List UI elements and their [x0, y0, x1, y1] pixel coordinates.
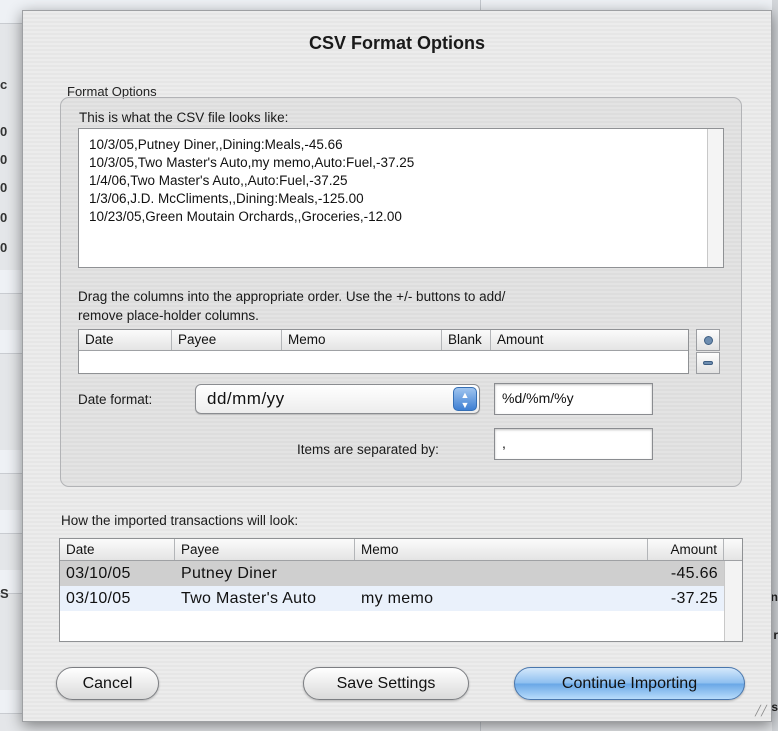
updown-arrows-icon: ▲ ▼: [453, 387, 477, 411]
resize-grip-icon[interactable]: ╱╱: [755, 706, 767, 717]
imported-table-scrollbar[interactable]: [724, 561, 742, 641]
column-header-payee[interactable]: Payee: [172, 330, 282, 350]
column-header-amount[interactable]: Amount: [491, 330, 688, 350]
continue-importing-button[interactable]: Continue Importing: [514, 667, 745, 700]
preview-line: 1/3/06,J.D. McCliments,,Dining:Meals,-12…: [89, 191, 364, 206]
row-amount: -45.66: [670, 565, 718, 582]
background-letter: S: [0, 586, 9, 601]
cancel-button[interactable]: Cancel: [56, 667, 159, 700]
background-digit: 0: [0, 180, 8, 195]
preview-line: 10/3/05,Putney Diner,,Dining:Meals,-45.6…: [89, 137, 343, 152]
background-digit: 0: [0, 240, 8, 255]
row-memo: [355, 561, 648, 586]
column-header-date[interactable]: Date: [79, 330, 172, 350]
date-format-popup[interactable]: dd/mm/yy ▲ ▼: [195, 384, 480, 414]
column-order-table[interactable]: Date Payee Memo Blank Amount: [78, 329, 689, 374]
preview-line: 10/23/05,Green Moutain Orchards,,Groceri…: [89, 209, 402, 224]
row-payee: Putney Diner: [181, 565, 278, 582]
background-letter: c: [0, 77, 8, 92]
imported-header-payee[interactable]: Payee: [175, 539, 355, 560]
drag-instruction-line-1: Drag the columns into the appropriate or…: [78, 289, 506, 304]
csv-format-options-dialog: CSV Format Options Format Options This i…: [22, 10, 772, 722]
column-order-header: Date Payee Memo Blank Amount: [79, 330, 688, 351]
plus-circle-icon: [703, 335, 713, 345]
drag-instruction-line-2: remove place-holder columns.: [78, 308, 259, 323]
imported-header-amount[interactable]: Amount: [648, 539, 724, 560]
row-amount: -37.25: [670, 590, 718, 607]
save-settings-button[interactable]: Save Settings: [303, 667, 469, 700]
imported-table-header: Date Payee Memo Amount: [60, 539, 742, 561]
add-column-button[interactable]: [696, 329, 720, 351]
table-row[interactable]: 03/10/05 Putney Diner -45.66: [60, 561, 742, 586]
background-scrollbar: [772, 0, 778, 731]
column-header-blank[interactable]: Blank: [442, 330, 491, 350]
date-format-value: dd/mm/yy: [207, 389, 285, 408]
remove-column-button[interactable]: [696, 352, 720, 374]
date-format-code-field[interactable]: %d/%m/%y: [494, 383, 653, 415]
row-payee: Two Master's Auto: [181, 590, 317, 607]
row-date: 03/10/05: [66, 565, 131, 582]
separator-field[interactable]: ,: [494, 428, 653, 460]
background-digit: 0: [0, 152, 8, 167]
imported-transactions-table[interactable]: Date Payee Memo Amount 03/10/05 Putney D…: [59, 538, 743, 642]
minus-icon: [703, 361, 713, 365]
imported-header-date[interactable]: Date: [60, 539, 175, 560]
background-letter: s: [771, 700, 778, 714]
background-letter: r: [773, 628, 778, 642]
preview-scrollbar[interactable]: [707, 129, 723, 267]
preview-line: 1/4/06,Two Master's Auto,,Auto:Fuel,-37.…: [89, 173, 348, 188]
table-row[interactable]: 03/10/05 Two Master's Auto my memo -37.2…: [60, 586, 742, 611]
imported-header-memo[interactable]: Memo: [355, 539, 648, 560]
imported-preview-label: How the imported transactions will look:: [61, 513, 299, 528]
csv-preview-text-area[interactable]: 10/3/05,Putney Diner,,Dining:Meals,-45.6…: [78, 128, 724, 268]
date-format-label: Date format:: [78, 392, 153, 407]
row-memo: my memo: [361, 590, 434, 607]
dialog-title: CSV Format Options: [308, 33, 485, 53]
row-date: 03/10/05: [66, 590, 131, 607]
preview-line: 10/3/05,Two Master's Auto,my memo,Auto:F…: [89, 155, 415, 170]
column-header-memo[interactable]: Memo: [282, 330, 442, 350]
background-digit: 0: [0, 210, 8, 225]
preview-label: This is what the CSV file looks like:: [79, 110, 289, 125]
separator-label: Items are separated by:: [297, 442, 439, 457]
background-digit: 0: [0, 124, 8, 139]
